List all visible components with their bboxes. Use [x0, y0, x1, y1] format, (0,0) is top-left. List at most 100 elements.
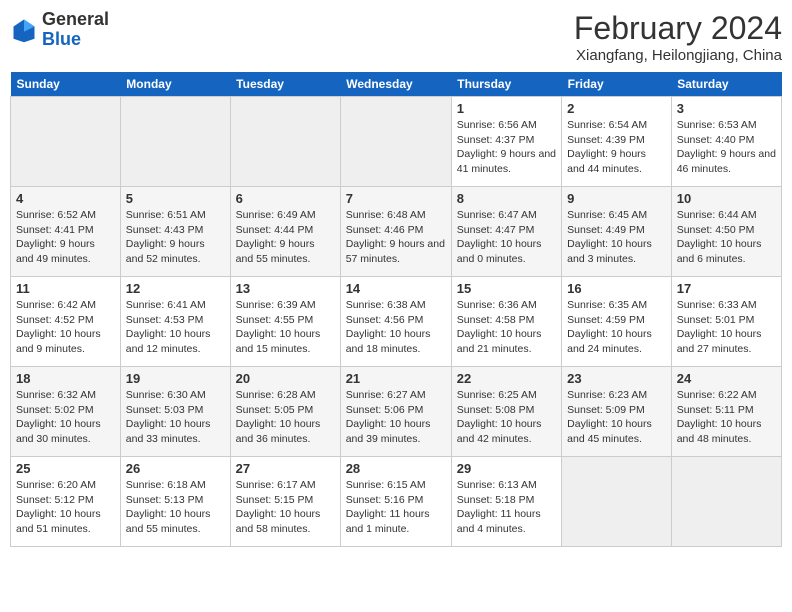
calendar-cell [230, 97, 340, 187]
sunrise-text: Sunrise: 6:18 AM [126, 478, 225, 493]
sunset-text: Sunset: 4:37 PM [457, 133, 556, 148]
calendar-cell: 17Sunrise: 6:33 AMSunset: 5:01 PMDayligh… [671, 277, 781, 367]
calendar-cell: 27Sunrise: 6:17 AMSunset: 5:15 PMDayligh… [230, 457, 340, 547]
sunrise-text: Sunrise: 6:56 AM [457, 118, 556, 133]
day-number: 11 [16, 281, 115, 296]
day-info: Sunrise: 6:13 AMSunset: 5:18 PMDaylight:… [457, 478, 556, 537]
daylight-text: Daylight: 10 hours and 33 minutes. [126, 417, 225, 446]
sunset-text: Sunset: 4:58 PM [457, 313, 556, 328]
daylight-text: Daylight: 9 hours and 49 minutes. [16, 237, 115, 266]
daylight-text: Daylight: 10 hours and 45 minutes. [567, 417, 666, 446]
calendar-cell [11, 97, 121, 187]
weekday-header-saturday: Saturday [671, 72, 781, 97]
daylight-text: Daylight: 10 hours and 24 minutes. [567, 327, 666, 356]
weekday-header-monday: Monday [120, 72, 230, 97]
daylight-text: Daylight: 9 hours and 44 minutes. [567, 147, 666, 176]
sunrise-text: Sunrise: 6:52 AM [16, 208, 115, 223]
calendar-cell: 10 Sunrise: 6:44 AMSunset: 4:50 PMDayligh… [671, 187, 781, 277]
sunset-text: Sunset: 4:40 PM [677, 133, 776, 148]
sunrise-text: Sunrise: 6:28 AM [236, 388, 335, 403]
sunset-text: Sunset: 4:49 PM [567, 223, 666, 238]
calendar-cell: 13Sunrise: 6:39 AMSunset: 4:55 PMDayligh… [230, 277, 340, 367]
sunset-text: Sunset: 5:11 PM [677, 403, 776, 418]
day-number: 4 [16, 191, 115, 206]
day-number: 25 [16, 461, 115, 476]
day-number: 17 [677, 281, 776, 296]
calendar-cell: 21Sunrise: 6:27 AMSunset: 5:06 PMDayligh… [340, 367, 451, 457]
sunset-text: Sunset: 5:12 PM [16, 493, 115, 508]
day-info: Sunrise: 6:56 AMSunset: 4:37 PMDaylight:… [457, 118, 556, 177]
sunset-text: Sunset: 4:46 PM [346, 223, 446, 238]
day-info: Sunrise: 6:30 AMSunset: 5:03 PMDaylight:… [126, 388, 225, 447]
calendar-cell: 15 Sunrise: 6:36 AMSunset: 4:58 PMDayligh… [451, 277, 561, 367]
day-info: Sunrise: 6:38 AMSunset: 4:56 PMDaylight:… [346, 298, 446, 357]
day-info: Sunrise: 6:44 AMSunset: 4:50 PMDaylight:… [677, 208, 776, 267]
daylight-text: Daylight: 9 hours and 46 minutes. [677, 147, 776, 176]
daylight-text: Daylight: 10 hours and 15 minutes. [236, 327, 335, 356]
calendar-cell: 1 Sunrise: 6:56 AMSunset: 4:37 PMDaylight… [451, 97, 561, 187]
daylight-text: Daylight: 10 hours and 58 minutes. [236, 507, 335, 536]
week-row-5: 25 Sunrise: 6:20 AMSunset: 5:12 PM Dayligh… [11, 457, 782, 547]
sunrise-text: Sunrise: 6:54 AM [567, 118, 666, 133]
calendar-cell: 8Sunrise: 6:47 AMSunset: 4:47 PMDaylight… [451, 187, 561, 277]
sunset-text: Sunset: 4:52 PM [16, 313, 115, 328]
day-info: Sunrise: 6:52 AMSunset: 4:41 PMDaylight:… [16, 208, 115, 267]
day-info: Sunrise: 6:48 AMSunset: 4:46 PMDaylight:… [346, 208, 446, 267]
sunset-text: Sunset: 5:06 PM [346, 403, 446, 418]
day-number: 22 [457, 371, 556, 386]
day-info: Sunrise: 6:25 AMSunset: 5:08 PMDaylight:… [457, 388, 556, 447]
sunset-text: Sunset: 5:08 PM [457, 403, 556, 418]
sunrise-text: Sunrise: 6:42 AM [16, 298, 115, 313]
sunrise-text: Sunrise: 6:49 AM [236, 208, 335, 223]
calendar-cell: 9Sunrise: 6:45 AMSunset: 4:49 PMDaylight… [562, 187, 672, 277]
day-number: 10 [677, 191, 776, 206]
daylight-text: Daylight: 10 hours and 18 minutes. [346, 327, 446, 356]
calendar-cell: 22 Sunrise: 6:25 AMSunset: 5:08 PMDayligh… [451, 367, 561, 457]
sunrise-text: Sunrise: 6:53 AM [677, 118, 776, 133]
logo: General Blue [10, 10, 109, 50]
calendar-cell: 29 Sunrise: 6:13 AMSunset: 5:18 PMDayligh… [451, 457, 561, 547]
sunrise-text: Sunrise: 6:38 AM [346, 298, 446, 313]
daylight-text: Daylight: 10 hours and 48 minutes. [677, 417, 776, 446]
sunrise-text: Sunrise: 6:23 AM [567, 388, 666, 403]
daylight-text: Daylight: 10 hours and 9 minutes. [16, 327, 115, 356]
day-number: 19 [126, 371, 225, 386]
weekday-header-tuesday: Tuesday [230, 72, 340, 97]
calendar-cell: 3 Sunrise: 6:53 AMSunset: 4:40 PMDaylight… [671, 97, 781, 187]
day-info: Sunrise: 6:17 AMSunset: 5:15 PMDaylight:… [236, 478, 335, 537]
day-number: 29 [457, 461, 556, 476]
sunset-text: Sunset: 5:13 PM [126, 493, 225, 508]
daylight-text: Daylight: 10 hours and 12 minutes. [126, 327, 225, 356]
sunset-text: Sunset: 5:09 PM [567, 403, 666, 418]
weekday-header-friday: Friday [562, 72, 672, 97]
day-number: 5 [126, 191, 225, 206]
sunrise-text: Sunrise: 6:39 AM [236, 298, 335, 313]
calendar-cell: 5Sunrise: 6:51 AMSunset: 4:43 PMDaylight… [120, 187, 230, 277]
sunrise-text: Sunrise: 6:48 AM [346, 208, 446, 223]
sunrise-text: Sunrise: 6:20 AM [16, 478, 115, 493]
sunrise-text: Sunrise: 6:45 AM [567, 208, 666, 223]
day-info: Sunrise: 6:53 AMSunset: 4:40 PMDaylight:… [677, 118, 776, 177]
calendar-cell [671, 457, 781, 547]
calendar-cell: 25Sunrise: 6:20 AMSunset: 5:12 PMDayligh… [11, 457, 121, 547]
day-number: 15 [457, 281, 556, 296]
sunrise-text: Sunrise: 6:41 AM [126, 298, 225, 313]
day-number: 28 [346, 461, 446, 476]
day-number: 3 [677, 101, 776, 116]
day-info: Sunrise: 6:41 AMSunset: 4:53 PMDaylight:… [126, 298, 225, 357]
day-info: Sunrise: 6:42 AMSunset: 4:52 PMDaylight:… [16, 298, 115, 357]
day-number: 18 [16, 371, 115, 386]
day-number: 16 [567, 281, 666, 296]
sunrise-text: Sunrise: 6:13 AM [457, 478, 556, 493]
calendar-cell [562, 457, 672, 547]
calendar-cell: 4 Sunrise: 6:52 AMSunset: 4:41 PMDaylight… [11, 187, 121, 277]
day-number: 1 [457, 101, 556, 116]
daylight-text: Daylight: 9 hours and 52 minutes. [126, 237, 225, 266]
calendar-cell: 20Sunrise: 6:28 AMSunset: 5:05 PMDayligh… [230, 367, 340, 457]
daylight-text: Daylight: 10 hours and 21 minutes. [457, 327, 556, 356]
weekday-header-wednesday: Wednesday [340, 72, 451, 97]
day-number: 14 [346, 281, 446, 296]
sunrise-text: Sunrise: 6:44 AM [677, 208, 776, 223]
day-info: Sunrise: 6:36 AMSunset: 4:58 PMDaylight:… [457, 298, 556, 357]
day-info: Sunrise: 6:35 AMSunset: 4:59 PMDaylight:… [567, 298, 666, 357]
